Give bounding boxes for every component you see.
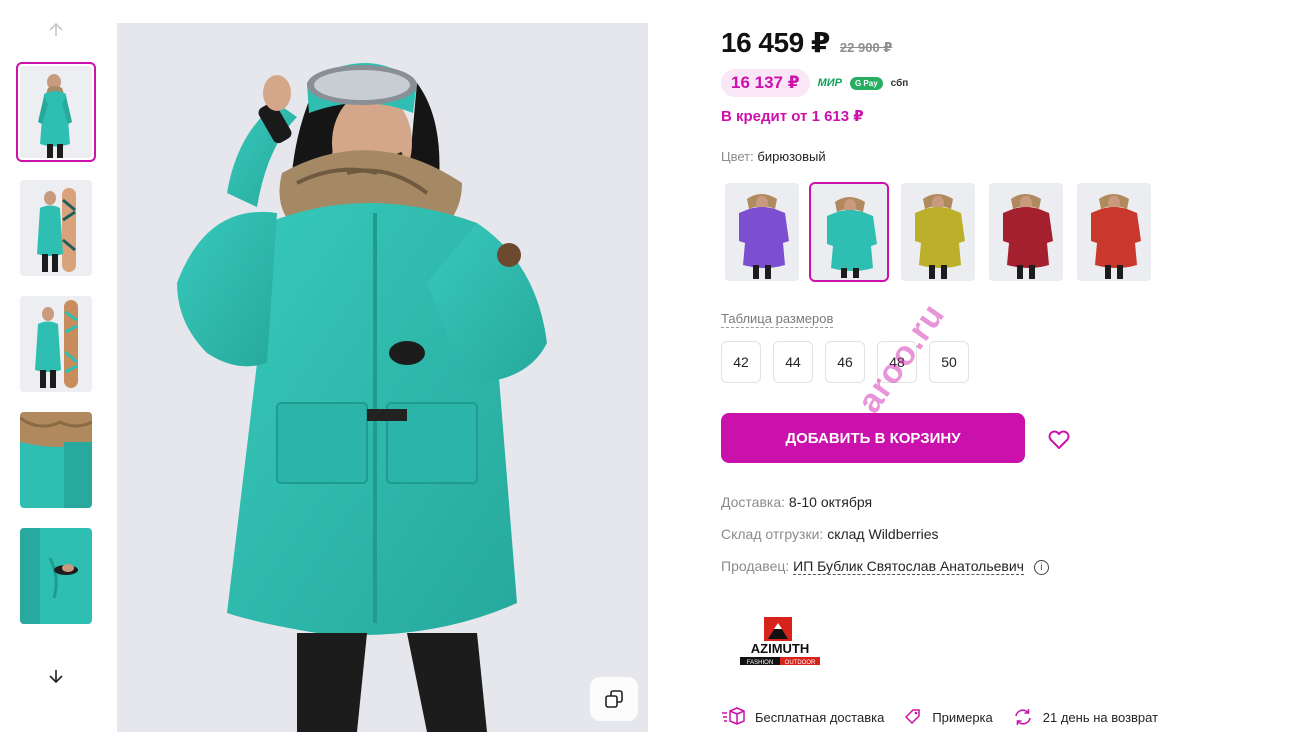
seller-link[interactable]: ИП Бублик Святослав Анатольевич <box>793 558 1024 575</box>
warehouse-label: Склад отгрузки: <box>721 526 824 542</box>
color-label: Цвет: бирюзовый <box>721 149 826 164</box>
heart-icon <box>1048 430 1070 449</box>
wallet-price-row: 16 137 ₽ МИР G Pay сбп <box>721 69 908 97</box>
color-swatch-image <box>813 186 885 278</box>
warehouse-row: Склад отгрузки: склад Wildberries <box>721 526 939 542</box>
info-icon[interactable]: i <box>1033 560 1049 575</box>
favorite-button[interactable] <box>1044 424 1074 454</box>
sbp-logo: сбп <box>890 77 909 89</box>
feature-return-label: 21 день на возврат <box>1042 709 1159 725</box>
tag-icon <box>905 709 921 725</box>
wallet-price: 16 137 ₽ <box>721 69 810 97</box>
color-swatch-image <box>725 183 799 281</box>
brand-sub-left: FASHION <box>747 660 773 666</box>
price-row: 16 459 ₽ 22 900 ₽ <box>721 26 892 59</box>
color-swatch-burgundy[interactable] <box>989 183 1063 281</box>
size-option-48[interactable]: 48 <box>877 341 917 383</box>
color-value: бирюзовый <box>757 149 826 164</box>
color-swatch-red[interactable] <box>1077 183 1151 281</box>
delivery-row: Доставка: 8-10 октября <box>721 494 872 510</box>
size-option-50[interactable]: 50 <box>929 341 969 383</box>
color-swatch-image <box>989 183 1063 281</box>
size-table-link[interactable]: Таблица размеров <box>721 311 834 328</box>
size-option-46[interactable]: 46 <box>825 341 865 383</box>
color-swatch-image <box>1077 183 1151 281</box>
refresh-icon <box>1014 709 1031 725</box>
seller-row: Продавец: ИП Бублик Святослав Анатольеви… <box>721 558 1049 575</box>
current-price: 16 459 ₽ <box>721 27 830 58</box>
brand-sub-right: OUTDOOR <box>785 660 816 666</box>
scroll-down-button[interactable] <box>42 662 70 690</box>
arrow-down-icon <box>49 670 63 684</box>
size-option-42[interactable]: 42 <box>721 341 761 383</box>
thumbnail-4[interactable] <box>20 412 92 508</box>
thumbnail-2[interactable] <box>20 180 92 276</box>
feature-fitting-label: Примерка <box>932 709 993 725</box>
feature-fitting: Примерка <box>904 708 993 726</box>
size-options: 42 44 46 48 50 <box>721 341 969 383</box>
old-price: 22 900 ₽ <box>839 40 893 55</box>
brand-name: AZIMUTH <box>751 641 810 656</box>
size-option-44[interactable]: 44 <box>773 341 813 383</box>
delivery-label: Доставка: <box>721 494 786 510</box>
color-swatch-mustard[interactable] <box>901 183 975 281</box>
gpay-logo: G Pay <box>849 76 883 90</box>
color-label-text: Цвет: <box>721 149 754 164</box>
add-to-cart-button[interactable]: ДОБАВИТЬ В КОРЗИНУ <box>721 413 1025 463</box>
color-swatch-image <box>901 183 975 281</box>
delivery-value: 8-10 октября <box>788 494 873 510</box>
scroll-up-button[interactable] <box>42 16 70 44</box>
thumbnail-3[interactable] <box>20 296 92 392</box>
feature-free-delivery-label: Бесплатная доставка <box>755 709 885 725</box>
color-swatch-purple[interactable] <box>725 183 799 281</box>
main-product-image[interactable] <box>117 23 648 732</box>
color-swatch-turquoise[interactable] <box>809 182 889 282</box>
thumbnail-5[interactable] <box>20 528 92 624</box>
arrow-up-icon <box>49 22 63 36</box>
copy-icon <box>605 690 623 708</box>
credit-link[interactable]: В кредит от 1 613 ₽ <box>721 107 864 125</box>
feature-free-delivery: Бесплатная доставка <box>721 707 884 727</box>
brand-logo[interactable]: AZIMUTH FASHION OUTDOOR <box>738 615 822 667</box>
copy-image-button[interactable] <box>590 677 638 721</box>
seller-label: Продавец: <box>721 558 790 574</box>
box-icon <box>722 707 745 725</box>
warehouse-value: склад Wildberries <box>827 526 939 542</box>
feature-return: 21 день на возврат <box>1013 708 1158 726</box>
mir-logo: МИР <box>817 77 842 89</box>
features-row: Бесплатная доставка Примерка 21 день на … <box>721 707 1178 727</box>
thumbnail-1[interactable] <box>16 62 96 162</box>
